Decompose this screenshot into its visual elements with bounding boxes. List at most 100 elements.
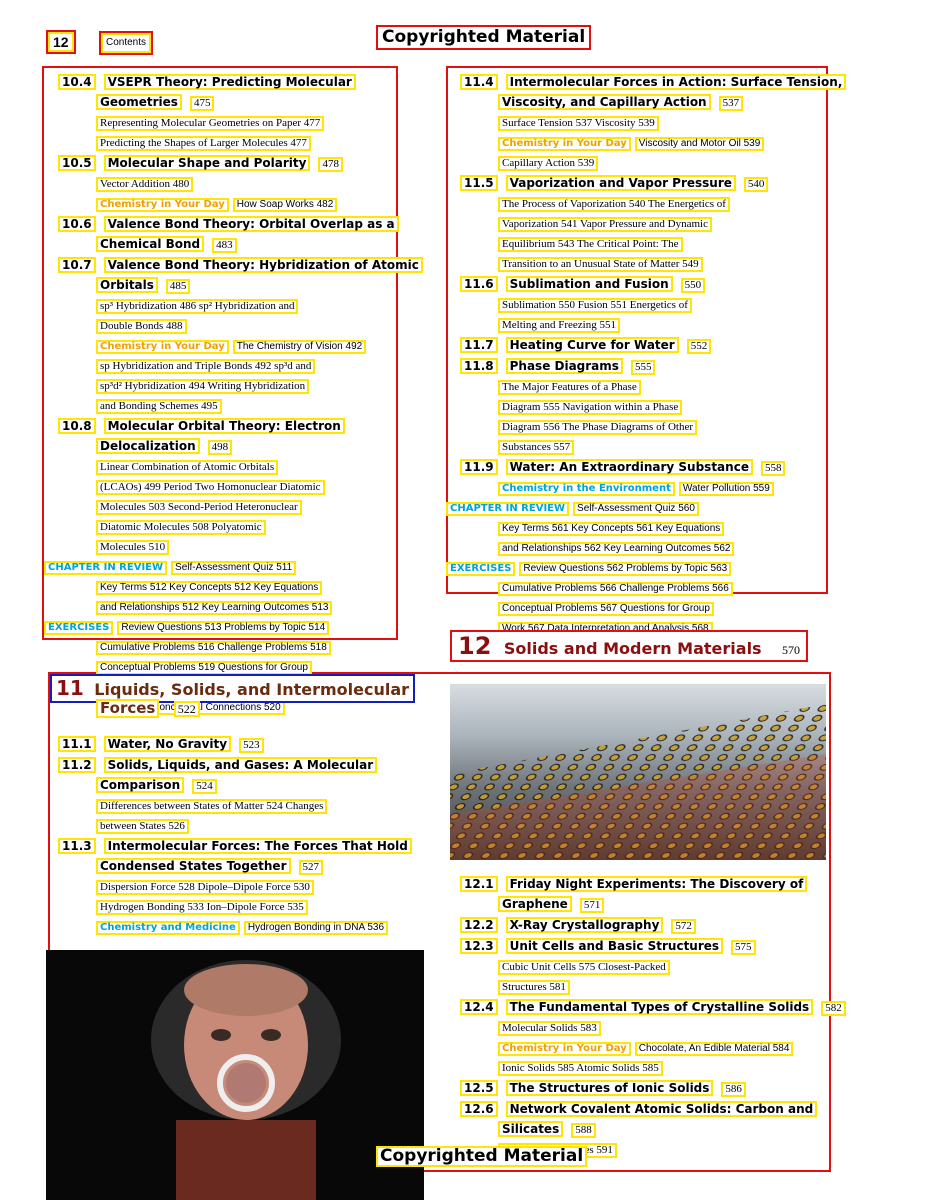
medicine-text[interactable]: Hydrogen Bonding in DNA 536 — [243, 921, 389, 935]
toc-entry[interactable]: 10.7 Valence Bond Theory: Hybridization o… — [58, 256, 423, 274]
feature-text[interactable]: Viscosity and Motor Oil 539 — [634, 137, 765, 151]
toc-entry[interactable]: Key Terms 512 Key Concepts 512 Key Equat… — [58, 577, 398, 595]
contents-link[interactable]: Contents — [99, 31, 154, 55]
toc-entry[interactable]: Comparison 524 — [58, 776, 428, 794]
section-title[interactable]: Sublimation and Fusion — [505, 276, 673, 292]
toc-entry[interactable]: Capillary Action 539 — [460, 153, 830, 171]
toc-entry[interactable]: 11.3 Intermolecular Forces: The Forces Th… — [58, 837, 428, 855]
toc-entry[interactable]: Chemistry in Your Day The Chemistry of Vi… — [58, 336, 398, 354]
toc-entry[interactable]: Delocalization 498 — [58, 437, 398, 455]
toc-entry[interactable]: Silicates 588 — [460, 1120, 830, 1138]
toc-entry[interactable]: 11.6 Sublimation and Fusion 550 — [460, 275, 830, 293]
subsection-text[interactable]: Double Bonds 488 — [96, 319, 187, 334]
subsection-text[interactable]: Molecules 510 — [96, 540, 170, 555]
section-title[interactable]: Water, No Gravity — [103, 736, 232, 752]
toc-entry[interactable]: 11.1 Water, No Gravity 523 — [58, 735, 428, 753]
toc-entry[interactable]: Chemistry in the Environment Water Pollut… — [460, 478, 830, 496]
section-title[interactable]: The Structures of Ionic Solids — [505, 1080, 714, 1096]
exercises-text[interactable]: Review Questions 562 Problems by Topic 5… — [519, 562, 732, 576]
toc-entry[interactable]: CHAPTER IN REVIEW Self-Assessment Quiz 56… — [446, 498, 830, 516]
section-title[interactable]: Solids, Liquids, and Gases: A Molecular — [103, 757, 378, 773]
toc-entry[interactable]: Cumulative Problems 516 Challenge Proble… — [58, 637, 398, 655]
section-title[interactable]: Intermolecular Forces: The Forces That H… — [103, 838, 412, 854]
toc-entry[interactable]: 10.5 Molecular Shape and Polarity 478 — [58, 154, 398, 172]
section-title[interactable]: Network Covalent Atomic Solids: Carbon a… — [505, 1101, 818, 1117]
feature-text[interactable]: How Soap Works 482 — [232, 198, 338, 212]
toc-entry[interactable]: 12.4 The Fundamental Types of Crystalline… — [460, 998, 846, 1016]
section-title[interactable]: Vaporization and Vapor Pressure — [505, 175, 736, 191]
section-title[interactable]: Condensed States Together — [96, 858, 291, 874]
toc-entry[interactable]: 11.8 Phase Diagrams 555 — [460, 357, 830, 375]
toc-entry[interactable]: EXERCISES Review Questions 513 Problems b… — [44, 617, 398, 635]
toc-entry[interactable]: sp³d² Hybridization 494 Writing Hybridiz… — [58, 376, 398, 394]
toc-entry[interactable]: 12.5 The Structures of Ionic Solids 586 — [460, 1079, 830, 1097]
subsection-text[interactable]: Molecular Solids 583 — [498, 1021, 601, 1036]
subsection-text[interactable]: (LCAOs) 499 Period Two Homonuclear Diato… — [96, 480, 325, 495]
section-title[interactable]: Molecular Shape and Polarity — [103, 155, 311, 171]
toc-entry[interactable]: The Process of Vaporization 540 The Ener… — [460, 194, 830, 212]
subsection-text[interactable]: The Process of Vaporization 540 The Ener… — [498, 197, 730, 212]
toc-entry[interactable]: 10.4 VSEPR Theory: Predicting Molecular — [58, 73, 398, 91]
subsection-text[interactable]: Sublimation 550 Fusion 551 Energetics of — [498, 298, 692, 313]
toc-entry[interactable]: CHAPTER IN REVIEW Self-Assessment Quiz 51… — [44, 557, 398, 575]
subsection-text[interactable]: sp³ Hybridization 486 sp² Hybridization … — [96, 299, 299, 314]
toc-entry[interactable]: 12.3 Unit Cells and Basic Structures 575 — [460, 937, 830, 955]
toc-entry[interactable]: 11.7 Heating Curve for Water 552 — [460, 336, 830, 354]
toc-entry[interactable]: Hydrogen Bonding 533 Ion–Dipole Force 53… — [58, 897, 428, 915]
section-title[interactable]: VSEPR Theory: Predicting Molecular — [103, 74, 356, 90]
subsection-text[interactable]: Conceptual Problems 567 Questions for Gr… — [498, 602, 714, 616]
toc-entry[interactable]: The Major Features of a Phase — [460, 377, 830, 395]
subsection-text[interactable]: Conceptual Problems 519 Questions for Gr… — [96, 661, 312, 675]
section-title[interactable]: Unit Cells and Basic Structures — [505, 938, 724, 954]
section-title[interactable]: Phase Diagrams — [505, 358, 623, 374]
subsection-text[interactable]: Hydrogen Bonding 533 Ion–Dipole Force 53… — [96, 900, 308, 915]
toc-entry[interactable]: 12.6 Network Covalent Atomic Solids: Carb… — [460, 1100, 830, 1118]
subsection-text[interactable]: Linear Combination of Atomic Orbitals — [96, 460, 279, 475]
toc-entry[interactable]: Diatomic Molecules 508 Polyatomic — [58, 517, 398, 535]
toc-entry[interactable]: 10.8 Molecular Orbital Theory: Electron — [58, 417, 398, 435]
env-text[interactable]: Water Pollution 559 — [678, 482, 774, 496]
toc-entry[interactable]: Chemistry and Medicine Hydrogen Bonding i… — [58, 917, 428, 935]
toc-entry[interactable]: sp Hybridization and Triple Bonds 492 sp… — [58, 356, 398, 374]
section-title[interactable]: Water: An Extraordinary Substance — [505, 459, 753, 475]
toc-entry[interactable]: Linear Combination of Atomic Orbitals — [58, 457, 398, 475]
section-title[interactable]: Graphene — [498, 896, 572, 912]
toc-entry[interactable]: Ionic Solids 585 Atomic Solids 585 — [460, 1058, 830, 1076]
subsection-text[interactable]: Ionic Solids 585 Atomic Solids 585 — [498, 1061, 663, 1076]
toc-entry[interactable]: Equilibrium 543 The Critical Point: The — [460, 234, 830, 252]
toc-entry[interactable]: Condensed States Together 527 — [58, 857, 428, 875]
toc-entry[interactable]: Molecules 503 Second-Period Heteronuclea… — [58, 497, 398, 515]
section-title[interactable]: Silicates — [498, 1121, 564, 1137]
subsection-text[interactable]: Cumulative Problems 566 Challenge Proble… — [498, 582, 733, 596]
subsection-text[interactable]: and Relationships 562 Key Learning Outco… — [498, 542, 735, 556]
toc-entry[interactable]: Representing Molecular Geometries on Pap… — [58, 113, 398, 131]
feature-text[interactable]: Chocolate, An Edible Material 584 — [634, 1042, 794, 1056]
section-title[interactable]: Orbitals — [96, 277, 158, 293]
toc-entry[interactable]: Conceptual Problems 567 Questions for Gr… — [460, 598, 830, 616]
section-title[interactable]: Valence Bond Theory: Orbital Overlap as … — [103, 216, 399, 232]
toc-entry[interactable]: Predicting the Shapes of Larger Molecule… — [58, 133, 398, 151]
toc-entry[interactable]: Chemistry in Your Day How Soap Works 482 — [58, 194, 398, 212]
toc-entry[interactable]: and Relationships 562 Key Learning Outco… — [460, 538, 830, 556]
section-title[interactable]: Geometries — [96, 94, 182, 110]
toc-entry[interactable]: Vector Addition 480 — [58, 174, 398, 192]
subsection-text[interactable]: Equilibrium 543 The Critical Point: The — [498, 237, 683, 252]
toc-entry[interactable]: between States 526 — [58, 816, 428, 834]
toc-entry[interactable]: Chemical Bond 483 — [58, 235, 398, 253]
toc-entry[interactable]: 11.9 Water: An Extraordinary Substance 558 — [460, 458, 830, 476]
toc-entry[interactable]: 11.2 Solids, Liquids, and Gases: A Molecu… — [58, 756, 428, 774]
toc-entry[interactable]: Chemistry in Your Day Viscosity and Motor… — [460, 133, 830, 151]
toc-entry[interactable]: 11.5 Vaporization and Vapor Pressure 540 — [460, 174, 830, 192]
toc-entry[interactable]: Melting and Freezing 551 — [460, 315, 830, 333]
section-title[interactable]: X-Ray Crystallography — [505, 917, 664, 933]
toc-entry[interactable]: and Relationships 512 Key Learning Outco… — [58, 597, 398, 615]
toc-entry[interactable]: 11.4 Intermolecular Forces in Action: Sur… — [460, 73, 847, 91]
toc-entry[interactable]: Molecular Solids 583 — [460, 1018, 830, 1036]
subsection-text[interactable]: and Bonding Schemes 495 — [96, 399, 222, 414]
toc-entry[interactable]: Graphene 571 — [460, 895, 830, 913]
toc-entry[interactable]: Structures 581 — [460, 977, 830, 995]
section-title[interactable]: Intermolecular Forces in Action: Surface… — [505, 74, 847, 90]
toc-entry[interactable]: Diagram 555 Navigation within a Phase — [460, 397, 830, 415]
section-title[interactable]: Heating Curve for Water — [505, 337, 679, 353]
subsection-text[interactable]: Vaporization 541 Vapor Pressure and Dyna… — [498, 217, 712, 232]
